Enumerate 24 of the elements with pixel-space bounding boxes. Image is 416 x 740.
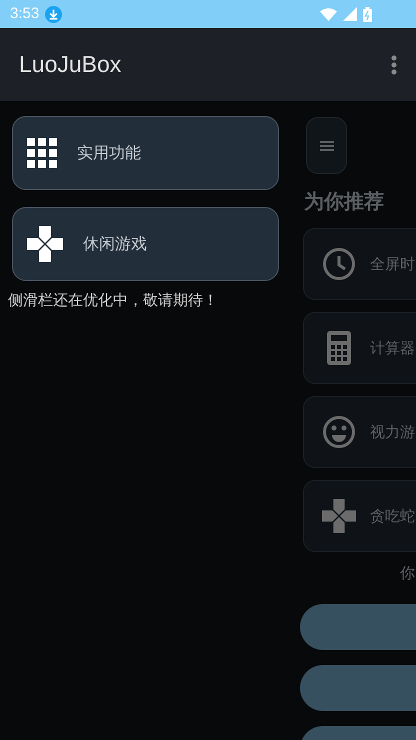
download-icon (45, 6, 62, 22)
smiley-icon (322, 415, 356, 449)
gamepad-icon (322, 499, 356, 533)
gamepad-icon (27, 226, 63, 262)
drawer-note: 侧滑栏还在优化中，敬请期待！ (8, 290, 219, 311)
recommend-card[interactable]: 全屏时 (303, 228, 416, 300)
menu-button[interactable] (306, 117, 347, 174)
status-time: 3:53 (10, 4, 40, 24)
more-icon[interactable] (391, 54, 397, 74)
clock-icon (322, 247, 356, 281)
drawer-item[interactable]: 休闲游戏 (12, 207, 279, 281)
battery-icon (363, 6, 372, 22)
calculator-icon (327, 331, 351, 365)
grid-icon (27, 138, 57, 168)
recommend-card[interactable]: 视力游 (303, 396, 416, 468)
wifi-icon (320, 8, 337, 20)
section-heading: 为你推荐 (304, 188, 385, 215)
recommend-card[interactable]: 贪吃蛇 (303, 480, 416, 552)
app-title: LuoJuBox (19, 50, 122, 80)
drawer-item[interactable]: 实用功能 (12, 116, 279, 190)
footer-text: 你 (400, 563, 416, 584)
menu-icon (320, 140, 334, 150)
signal-icon (343, 7, 357, 21)
recommend-card[interactable]: 计算器 (303, 312, 416, 384)
